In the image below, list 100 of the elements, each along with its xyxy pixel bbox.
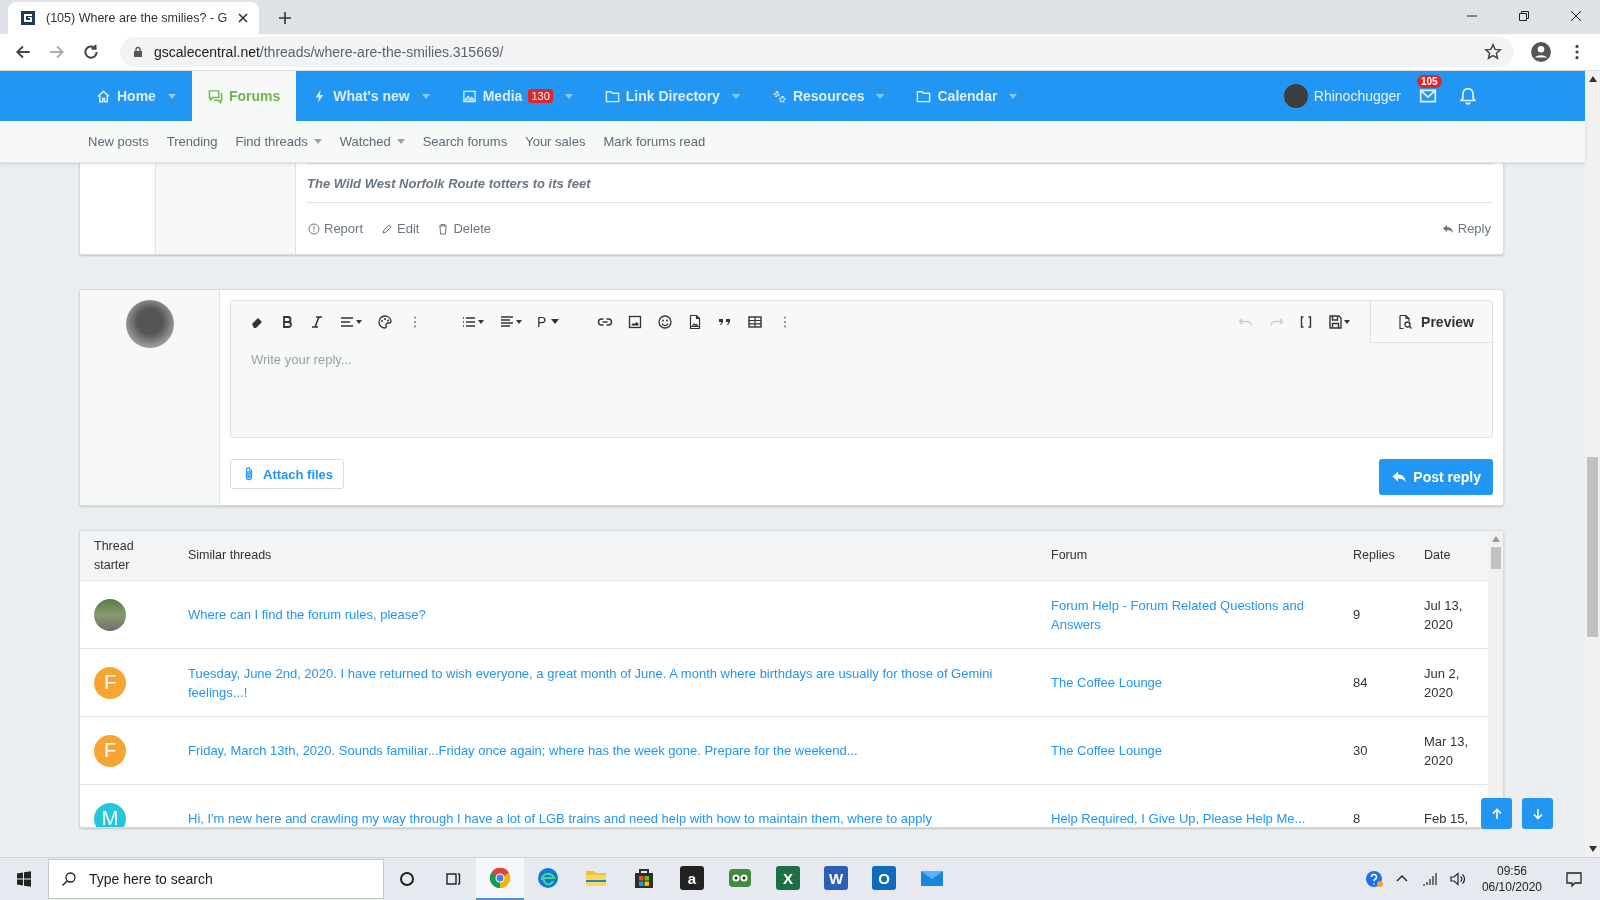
- column-header: Replies: [1352, 547, 1396, 564]
- align-icon[interactable]: [499, 313, 523, 330]
- url-text: gscalecentral.net/threads/where-are-the-smilies.315669/: [154, 44, 504, 60]
- forum-link[interactable]: Help Required, I Give Up, Please Help Me...: [1051, 809, 1337, 827]
- taskbar-clock[interactable]: 09:56 06/10/2020: [1481, 863, 1542, 895]
- nav-icon: [604, 88, 620, 104]
- volume-icon[interactable]: [1447, 869, 1468, 889]
- browser-tab[interactable]: (105) Where are the smilies? - G: [8, 2, 260, 34]
- thread-date: Mar 13, 2020: [1424, 733, 1469, 768]
- taskbar-app[interactable]: W: [812, 858, 860, 900]
- new-tab-icon[interactable]: [277, 10, 294, 26]
- swirl-app-icon: [536, 866, 560, 890]
- nav-icon: [916, 88, 932, 104]
- preview-document-icon: [1397, 313, 1414, 330]
- scroll-up-icon[interactable]: [1588, 76, 1597, 82]
- nav-tab[interactable]: Home: [80, 71, 192, 121]
- scroll-to-bottom-button[interactable]: [1522, 798, 1553, 829]
- scrollbar-thumb[interactable]: [1490, 547, 1501, 569]
- scroll-to-top-button[interactable]: [1481, 798, 1512, 829]
- image-icon[interactable]: [627, 313, 644, 330]
- mail-icon[interactable]: [1419, 87, 1437, 105]
- italic-icon[interactable]: [309, 313, 325, 330]
- action-icon: [381, 222, 394, 235]
- notifications-icon[interactable]: [1564, 869, 1584, 889]
- user-menu[interactable]: Rhinochugger: [1283, 84, 1401, 108]
- forum-link[interactable]: The Coffee Lounge: [1051, 673, 1337, 692]
- close-icon[interactable]: [1570, 10, 1582, 22]
- bell-icon[interactable]: [1459, 87, 1477, 105]
- caret-icon: [551, 319, 560, 324]
- post-action-link[interactable]: Report: [308, 221, 364, 236]
- column-header: Similar threads: [187, 547, 273, 564]
- restore-icon[interactable]: [1518, 10, 1530, 22]
- taskbar-app[interactable]: O: [860, 858, 908, 900]
- subnav-link[interactable]: Your sales: [517, 134, 594, 149]
- thread-link[interactable]: Hi, I'm new here and crawling my way through I have a lot of LGB trains and need help with how to maintain them, where to apply: [188, 809, 1013, 827]
- reload-icon[interactable]: [82, 43, 100, 61]
- subnav-link[interactable]: Trending: [158, 134, 226, 149]
- forum-link[interactable]: Forum Help - Forum Related Questions and Answers: [1051, 595, 1337, 634]
- paragraph-format-button[interactable]: P: [537, 313, 560, 330]
- nav-tab[interactable]: Calendar: [900, 71, 1034, 121]
- replies-count: 8: [1353, 811, 1361, 826]
- taskbar-app[interactable]: X: [764, 858, 812, 900]
- nav-tab[interactable]: Resources: [755, 71, 901, 121]
- help-icon[interactable]: [1363, 869, 1384, 889]
- subnav-link[interactable]: Watched: [331, 134, 413, 149]
- clock-date: 06/10/2020: [1481, 879, 1542, 895]
- thread-date: Feb 15,: [1424, 811, 1469, 826]
- profile-icon[interactable]: [1530, 41, 1552, 63]
- subnav-link[interactable]: New posts: [80, 134, 157, 149]
- thread-date: Jun 2, 2020: [1424, 665, 1460, 700]
- app-letter-icon: a: [680, 866, 704, 890]
- browser-app-icon: [488, 866, 512, 890]
- smiley-icon[interactable]: [657, 313, 674, 330]
- nav-icon: [207, 88, 223, 104]
- user-avatar: [125, 300, 174, 348]
- nav-icon: [771, 88, 787, 104]
- attach-files-button[interactable]: Attach files: [230, 459, 345, 489]
- close-icon[interactable]: [237, 12, 250, 24]
- user-avatar: [1283, 84, 1308, 108]
- replies-count: 84: [1353, 675, 1368, 690]
- address-bar[interactable]: gscalecentral.net/threads/where-are-the-smilies.315669/: [120, 37, 1514, 67]
- save-draft-icon[interactable]: [1328, 313, 1353, 330]
- column-header: Thread starter: [93, 537, 135, 574]
- action-icon: [437, 222, 450, 235]
- nav-tab[interactable]: Media 130: [445, 71, 589, 121]
- windows-start-icon[interactable]: [16, 871, 32, 887]
- scrollbar-thumb[interactable]: [1587, 457, 1598, 637]
- preview-button[interactable]: Preview: [1370, 301, 1492, 343]
- thread-link[interactable]: Where can I find the forum rules, please?: [188, 605, 1013, 624]
- star-icon[interactable]: [1484, 43, 1502, 61]
- reply-editor[interactable]: P Preview Write your reply...: [230, 300, 1493, 438]
- post-reply-button[interactable]: Post reply: [1379, 459, 1493, 495]
- back-arrow-icon[interactable]: [14, 43, 32, 61]
- column-header: Date: [1423, 547, 1452, 564]
- reply-link[interactable]: Reply: [1441, 221, 1491, 236]
- app-letter-icon: X: [776, 866, 800, 890]
- subnav-link[interactable]: Find threads: [227, 134, 330, 149]
- nav-tab[interactable]: What's new: [296, 71, 446, 121]
- scroll-down-icon[interactable]: [1588, 846, 1597, 852]
- post-action-link[interactable]: Delete: [437, 221, 491, 236]
- thread-link[interactable]: Tuesday, June 2nd, 2020. I have returned to wish everyone, a great month of June. A month where birthdays are usually for those of Gemini feelings...!: [188, 663, 1013, 702]
- palette-icon[interactable]: [377, 313, 393, 330]
- nav-tab[interactable]: Link Directory: [588, 71, 756, 121]
- subnav-link[interactable]: Search forums: [414, 134, 516, 149]
- post-action-link[interactable]: Edit: [381, 221, 420, 236]
- nav-icon: [461, 88, 477, 104]
- taskbar-app[interactable]: a: [668, 858, 716, 900]
- reply-placeholder: Write your reply...: [250, 351, 353, 369]
- taskbar-search-field[interactable]: Type here to search: [48, 859, 384, 899]
- search-icon: [61, 871, 77, 887]
- thread-link[interactable]: Friday, March 13th, 2020. Sounds familiar...Friday once again; where has the week gone. Prepare for the weekend...: [188, 741, 1013, 760]
- count-badge: 105: [1417, 75, 1442, 88]
- forum-link[interactable]: The Coffee Lounge: [1051, 741, 1337, 760]
- down-arrow-icon: [1531, 807, 1544, 820]
- table-icon[interactable]: [747, 313, 764, 330]
- app-letter-icon: O: [872, 866, 896, 890]
- site-favicon-icon: [20, 10, 36, 26]
- subnav-link[interactable]: Mark forums read: [595, 134, 714, 149]
- count-badge: 130: [528, 89, 553, 103]
- cortana-circle-icon[interactable]: [397, 869, 417, 889]
